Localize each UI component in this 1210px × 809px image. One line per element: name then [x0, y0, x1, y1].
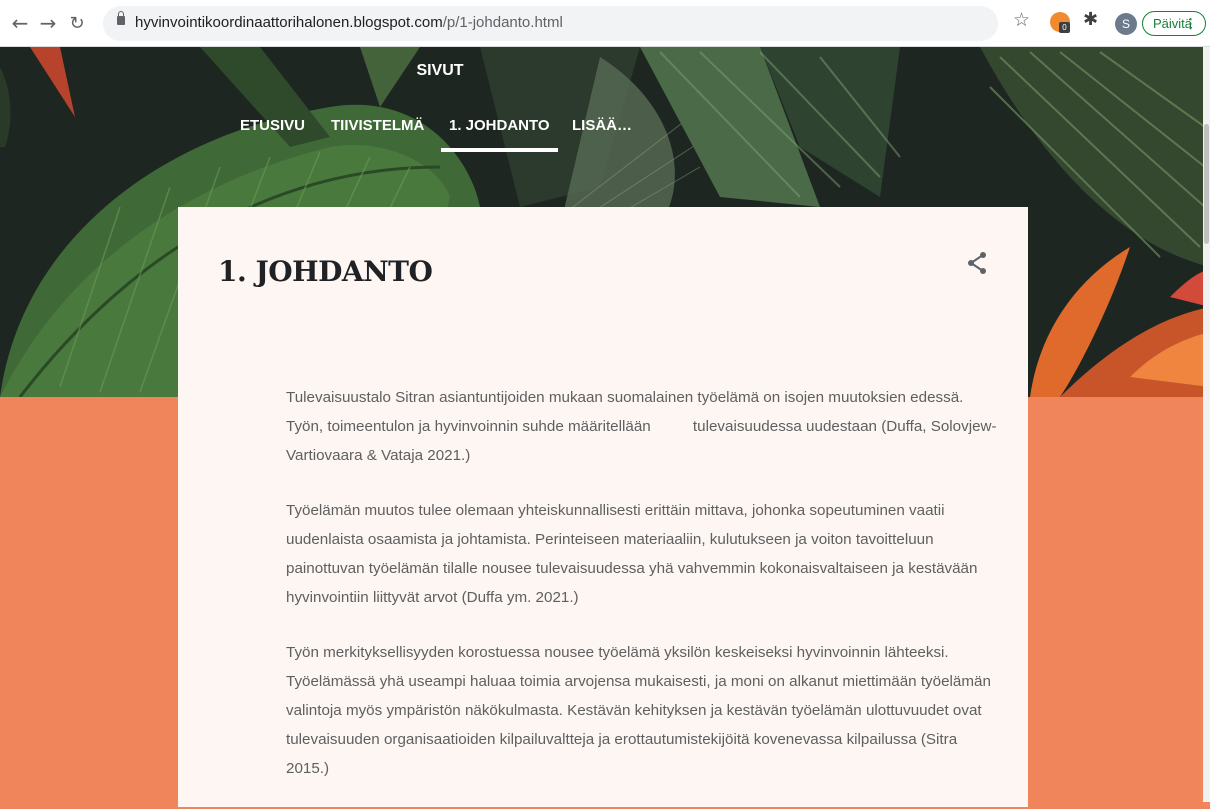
paragraph: Työn merkityksellisyyden korostuessa nou…: [286, 644, 991, 777]
menu-dots-icon: ⋮: [1184, 16, 1197, 31]
forward-arrow-icon[interactable]: →: [34, 9, 62, 37]
reload-icon[interactable]: ↻: [63, 9, 91, 37]
post-body: Tulevaisuustalo Sitran asiantuntijoiden …: [286, 383, 998, 809]
address-bar[interactable]: hyvinvointikoordinaattorihalonen.blogspo…: [103, 6, 998, 41]
paragraph: Tulevaisuustalo Sitran asiantuntijoiden …: [286, 389, 997, 464]
extension-icon[interactable]: 0: [1050, 12, 1070, 33]
browser-toolbar: ← → ↻ hyvinvointikoordinaattorihalonen.b…: [0, 0, 1210, 47]
url-path: /p/1-johdanto.html: [442, 14, 563, 31]
paragraph: Työelämän muutos tulee olemaan yhteiskun…: [286, 502, 978, 606]
extension-badge: 0: [1059, 22, 1070, 33]
update-button[interactable]: Päivitä ⋮: [1142, 11, 1206, 36]
tab-tiivistelma[interactable]: TIIVISTELMÄ: [331, 117, 424, 134]
extensions-puzzle-icon[interactable]: ✱: [1083, 9, 1098, 30]
pages-section-label: SIVUT: [416, 62, 464, 79]
lock-icon: [117, 11, 125, 25]
back-arrow-icon[interactable]: ←: [6, 9, 34, 37]
post-card: 1. JOHDANTO Tulevaisuustalo Sitran asian…: [178, 207, 1028, 807]
tab-lisaa[interactable]: LISÄÄ…: [572, 117, 632, 134]
share-icon[interactable]: [966, 251, 988, 275]
url-host: hyvinvointikoordinaattorihalonen.blogspo…: [135, 14, 443, 31]
url-text: hyvinvointikoordinaattorihalonen.blogspo…: [135, 14, 563, 31]
post-title: 1. JOHDANTO: [218, 255, 433, 288]
bookmark-star-icon[interactable]: ☆: [1013, 9, 1030, 31]
tab-johdanto[interactable]: 1. JOHDANTO: [441, 117, 558, 152]
profile-avatar[interactable]: S: [1115, 13, 1137, 35]
scrollbar-thumb[interactable]: [1204, 124, 1209, 244]
tab-etusivu[interactable]: ETUSIVU: [240, 117, 305, 134]
